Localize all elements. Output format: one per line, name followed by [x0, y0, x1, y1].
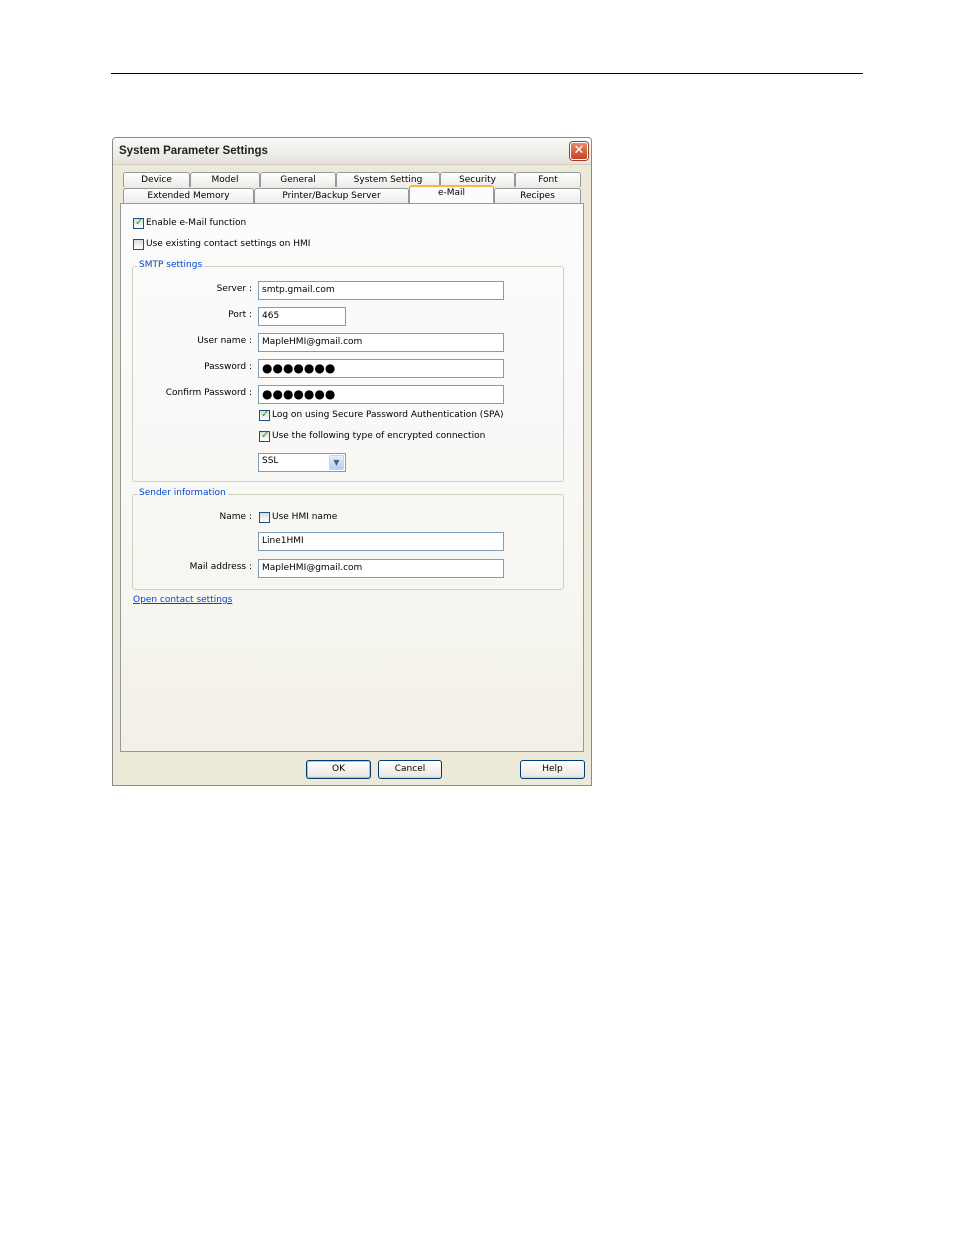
port-input[interactable]: 465 [258, 307, 346, 326]
mail-address-input[interactable]: MapleHMI@gmail.com [258, 559, 504, 578]
password-input[interactable]: ●●●●●●● [258, 359, 504, 378]
system-parameter-settings-dialog: System Parameter Settings ✕ Device Model… [112, 137, 592, 786]
e-mail-tab-panel: ✓ Enable e-Mail function Use existing co… [120, 203, 584, 752]
tab-general[interactable]: General [260, 172, 336, 187]
check-icon: ✓ [261, 409, 270, 420]
port-label: Port : [228, 310, 252, 320]
user-name-label: User name : [197, 336, 252, 346]
chevron-down-icon[interactable]: ▼ [329, 455, 344, 470]
server-label: Server : [216, 284, 252, 294]
confirm-password-label: Confirm Password : [165, 388, 252, 398]
smtp-settings-legend: SMTP settings [137, 260, 205, 270]
tab-font[interactable]: Font [515, 172, 581, 187]
open-contact-settings-link[interactable]: Open contact settings [133, 595, 232, 605]
cancel-button[interactable]: Cancel [378, 760, 442, 779]
page-header-rule [111, 73, 863, 74]
encrypted-connection-checkbox[interactable]: ✓ [259, 430, 270, 442]
mail-address-label: Mail address : [189, 562, 252, 572]
tab-printer-backup-server[interactable]: Printer/Backup Server [254, 188, 409, 203]
password-label: Password : [204, 362, 252, 372]
use-hmi-name-checkbox[interactable] [259, 512, 270, 523]
tab-device[interactable]: Device [123, 172, 190, 187]
use-existing-contact-label[interactable]: Use existing contact settings on HMI [146, 239, 310, 249]
sender-name-input[interactable]: Line1HMI [258, 532, 504, 551]
server-input[interactable]: smtp.gmail.com [258, 281, 504, 300]
tab-recipes[interactable]: Recipes [494, 188, 581, 203]
ok-button[interactable]: OK [306, 760, 371, 779]
enable-email-checkbox[interactable]: ✓ [133, 217, 144, 229]
use-hmi-name-label[interactable]: Use HMI name [272, 512, 337, 522]
encryption-type-value: SSL [262, 456, 279, 466]
spa-checkbox[interactable]: ✓ [259, 409, 270, 421]
enable-email-label[interactable]: Enable e-Mail function [146, 218, 246, 228]
dialog-title: System Parameter Settings [119, 145, 268, 157]
tab-e-mail[interactable]: e-Mail [409, 185, 494, 203]
sender-name-label: Name : [219, 512, 252, 522]
tab-extended-memory[interactable]: Extended Memory [123, 188, 254, 203]
sender-information-legend: Sender information [137, 488, 228, 498]
encrypted-connection-label[interactable]: Use the following type of encrypted conn… [272, 431, 485, 441]
title-bar[interactable]: System Parameter Settings ✕ [113, 138, 591, 165]
help-button[interactable]: Help [520, 760, 585, 779]
use-existing-contact-checkbox[interactable] [133, 239, 144, 250]
check-icon: ✓ [261, 430, 270, 441]
confirm-password-input[interactable]: ●●●●●●● [258, 385, 504, 404]
close-button[interactable]: ✕ [570, 142, 588, 160]
close-icon: ✕ [573, 143, 585, 158]
spa-label[interactable]: Log on using Secure Password Authenticat… [272, 410, 504, 420]
tab-model[interactable]: Model [190, 172, 260, 187]
encryption-type-select[interactable]: SSL ▼ [258, 453, 346, 472]
user-name-input[interactable]: MapleHMI@gmail.com [258, 333, 504, 352]
check-icon: ✓ [135, 217, 144, 228]
